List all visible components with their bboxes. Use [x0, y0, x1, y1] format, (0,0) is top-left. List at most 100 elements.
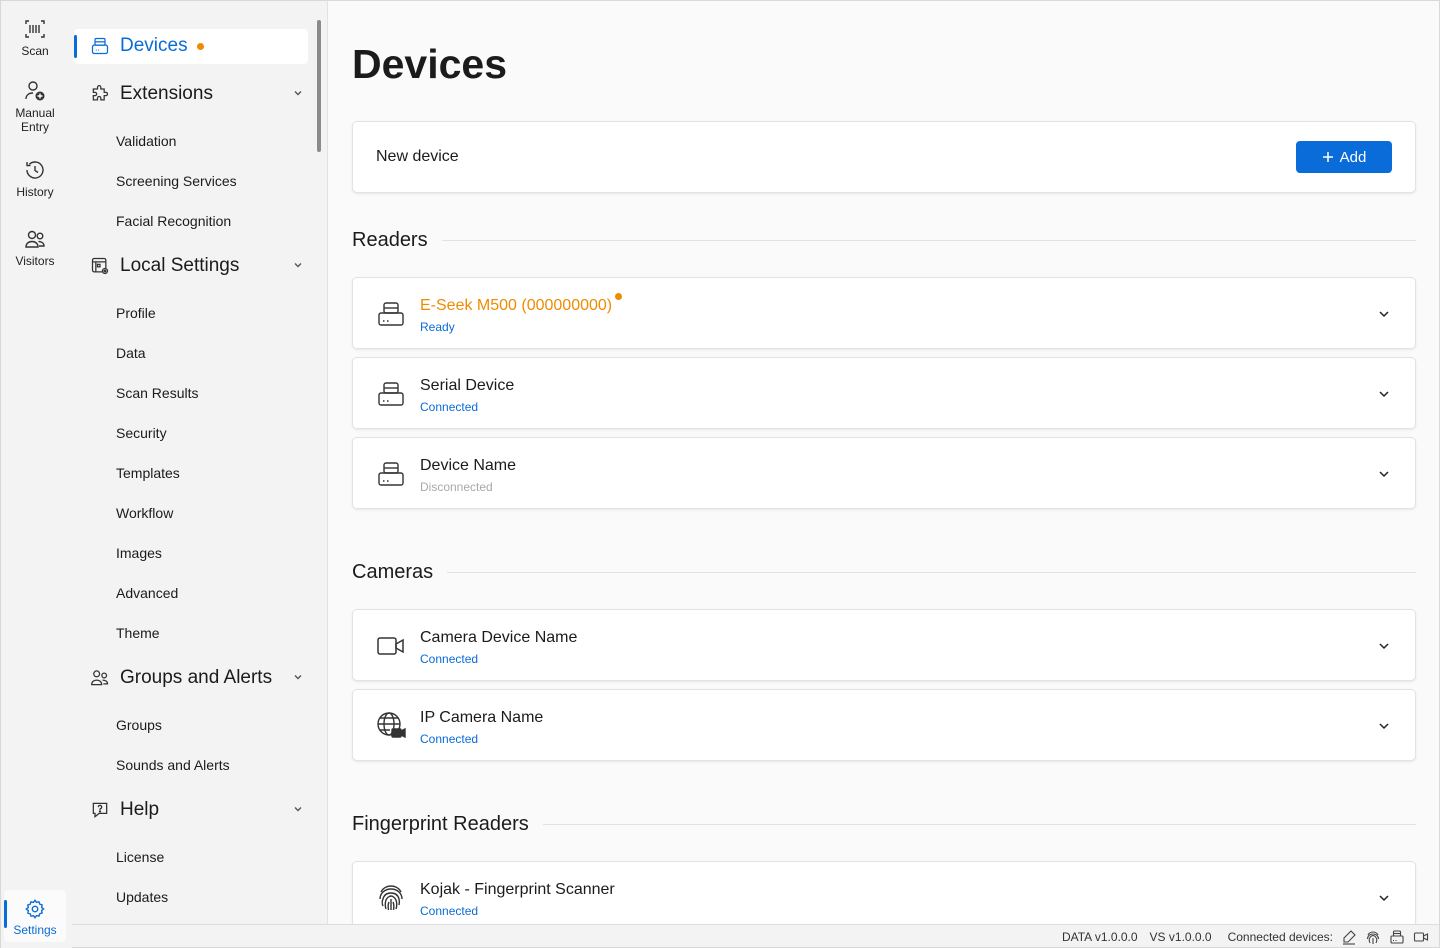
fingerprint-icon — [1366, 931, 1380, 944]
settings-nav: Devices Extensions Validation Screening … — [72, 0, 328, 924]
device-name: Kojak - Fingerprint Scanner — [420, 881, 615, 898]
device-row[interactable]: Kojak - Fingerprint Scanner Connected — [352, 861, 1416, 924]
nav-item-devices[interactable]: Devices — [90, 29, 304, 63]
nav-group-groups-alerts[interactable]: Groups and Alerts — [90, 661, 304, 695]
video-camera-icon — [377, 637, 404, 655]
section-divider — [441, 239, 1416, 241]
rail-history[interactable]: History — [4, 158, 66, 199]
device-name: IP Camera Name — [420, 709, 544, 726]
device-status: Connected — [420, 652, 479, 666]
device-status: Ready — [420, 320, 455, 334]
device-status: Disconnected — [420, 480, 493, 494]
device-row[interactable]: E-Seek M500 (000000000) Ready — [352, 277, 1416, 349]
nav-item-facial-recognition[interactable]: Facial Recognition — [116, 211, 231, 231]
device-name: E-Seek M500 (000000000) — [420, 297, 613, 314]
device-name: Device Name — [420, 457, 517, 474]
people-icon — [25, 230, 45, 248]
nav-item-security[interactable]: Security — [116, 423, 167, 443]
nav-item-updates[interactable]: Updates — [116, 887, 168, 907]
chevron-down-icon[interactable] — [1377, 307, 1391, 321]
add-button-label: Add — [1339, 148, 1367, 166]
nav-item-images[interactable]: Images — [116, 543, 162, 563]
device-name: Serial Device — [420, 377, 515, 394]
new-device-card: New device Add — [352, 121, 1416, 193]
rail-history-label: History — [16, 185, 54, 199]
rail-visitors[interactable]: Visitors — [4, 227, 66, 268]
ip-camera-globe-icon — [377, 712, 406, 739]
data-version: DATA v1.0.0.0 — [1061, 930, 1138, 944]
device-status: Connected — [420, 904, 479, 918]
chevron-down-icon — [294, 263, 302, 268]
nav-item-profile[interactable]: Profile — [116, 303, 156, 323]
rail-manual-label-1: Manual — [15, 106, 55, 120]
nav-item-scan-results[interactable]: Scan Results — [116, 383, 198, 403]
fingerprint-title: Fingerprint Readers — [352, 812, 529, 835]
nav-item-validation[interactable]: Validation — [116, 131, 176, 151]
plus-icon — [1322, 152, 1333, 162]
section-divider — [447, 571, 1416, 573]
section-divider — [542, 823, 1416, 825]
rail-scan-label: Scan — [21, 44, 49, 58]
rail-scan[interactable]: Scan — [4, 17, 66, 58]
device-row[interactable]: Serial Device Connected — [352, 357, 1416, 429]
chevron-down-icon[interactable] — [1377, 467, 1391, 481]
nav-item-templates[interactable]: Templates — [116, 463, 180, 483]
nav-group-help[interactable]: Help — [90, 793, 304, 827]
connected-devices-label: Connected devices: — [1227, 930, 1333, 944]
nav-item-theme[interactable]: Theme — [116, 623, 160, 643]
cameras-title: Cameras — [352, 560, 434, 583]
device-row[interactable]: Camera Device Name Connected — [352, 609, 1416, 681]
barcode-scan-icon — [25, 20, 45, 38]
nav-item-license[interactable]: License — [116, 847, 164, 867]
window-settings-icon — [91, 257, 109, 275]
nav-extensions-label: Extensions — [120, 83, 213, 104]
add-device-button[interactable]: Add — [1296, 141, 1392, 173]
chevron-down-icon[interactable] — [1377, 639, 1391, 653]
history-icon — [26, 161, 44, 179]
rail-manual-label-2: Entry — [20, 120, 49, 134]
nav-item-workflow[interactable]: Workflow — [116, 503, 173, 523]
device-row[interactable]: Device Name Disconnected — [352, 437, 1416, 509]
nav-item-data[interactable]: Data — [116, 343, 146, 363]
nav-scrollbar[interactable] — [317, 20, 321, 152]
nav-devices-label: Devices — [120, 35, 188, 56]
device-reader-icon — [91, 37, 109, 55]
card-reader-icon — [378, 302, 404, 326]
app-rail: Scan Manual Entry History Visitors Setti… — [0, 0, 72, 948]
readers-title: Readers — [352, 228, 428, 251]
cameras-section-header: Cameras — [352, 557, 1416, 587]
person-add-icon — [25, 81, 45, 101]
nav-local-settings-label: Local Settings — [120, 255, 240, 276]
nav-groups-alerts-label: Groups and Alerts — [120, 667, 273, 688]
rail-settings[interactable]: Settings — [4, 890, 66, 942]
nav-item-advanced[interactable]: Advanced — [116, 583, 178, 603]
nav-item-screening-services[interactable]: Screening Services — [116, 171, 237, 191]
card-reader-icon — [378, 382, 404, 406]
people-icon — [91, 670, 109, 686]
chevron-down-icon — [294, 675, 302, 680]
device-status: Connected — [420, 732, 479, 746]
device-row[interactable]: IP Camera Name Connected — [352, 689, 1416, 761]
nav-help-label: Help — [120, 799, 160, 820]
nav-group-local-settings[interactable]: Local Settings — [90, 249, 304, 283]
status-bar: DATA v1.0.0.0 VS v1.0.0.0 Connected devi… — [72, 924, 1440, 948]
status-bar-right: DATA v1.0.0.0 VS v1.0.0.0 Connected devi… — [1050, 929, 1429, 945]
nav-item-sounds-alerts[interactable]: Sounds and Alerts — [116, 755, 230, 775]
vs-version: VS v1.0.0.0 — [1149, 930, 1212, 944]
page-title: Devices — [352, 41, 508, 87]
chevron-down-icon[interactable] — [1377, 387, 1391, 401]
fingerprint-section-header: Fingerprint Readers — [352, 809, 1416, 839]
chevron-down-icon[interactable] — [1377, 891, 1391, 905]
nav-item-groups[interactable]: Groups — [116, 715, 162, 735]
main-content: Devices New device Add Readers E-Seek M5… — [328, 0, 1440, 924]
fingerprint-icon — [379, 885, 403, 911]
puzzle-icon — [92, 85, 109, 101]
readers-section-header: Readers — [352, 225, 1416, 255]
rail-visitors-label: Visitors — [15, 254, 55, 268]
nav-group-extensions[interactable]: Extensions — [90, 77, 304, 111]
rail-manual-entry[interactable]: Manual Entry — [4, 79, 66, 134]
device-status: Connected — [420, 400, 479, 414]
chevron-down-icon[interactable] — [1377, 719, 1391, 733]
video-camera-icon — [1413, 932, 1429, 942]
card-reader-icon — [378, 462, 404, 486]
